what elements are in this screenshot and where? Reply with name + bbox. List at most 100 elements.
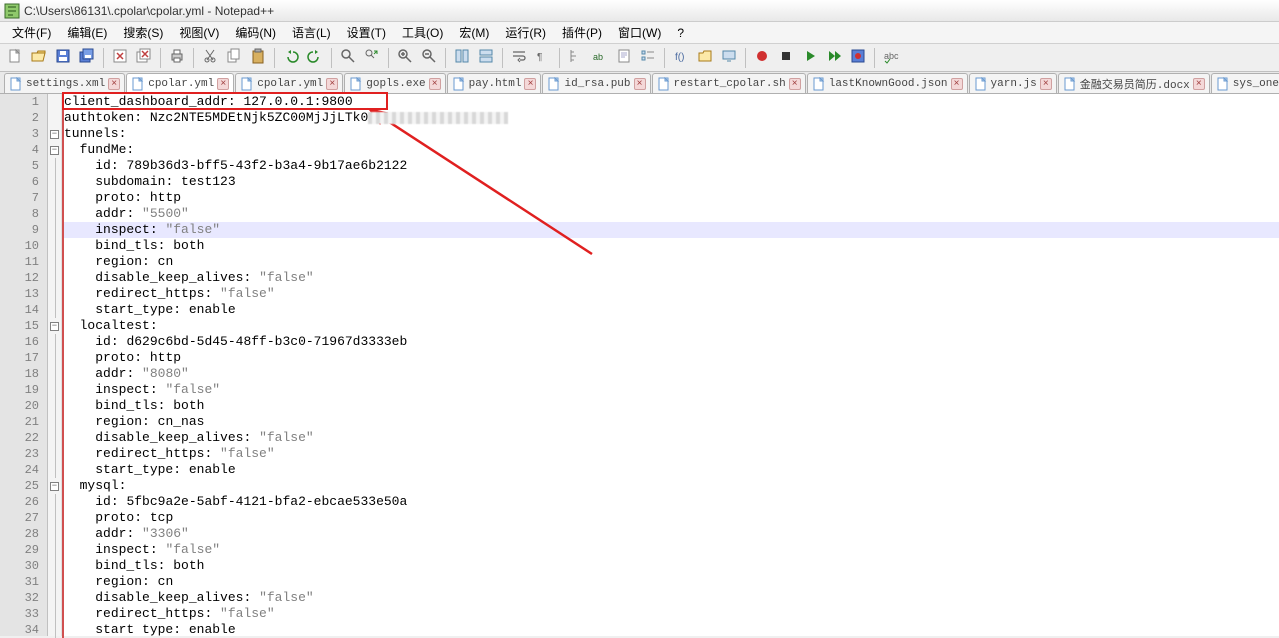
code-line[interactable]: bind_tls: both [62,238,1279,254]
stop-button[interactable] [775,47,797,69]
close-icon[interactable]: × [429,78,441,90]
tab-4[interactable]: pay.html× [447,73,542,93]
doc-list-button[interactable] [637,47,659,69]
word-wrap-button[interactable] [508,47,530,69]
code-line[interactable]: region: cn [62,254,1279,270]
tab-1[interactable]: cpolar.yml× [126,73,234,93]
close-icon[interactable]: × [326,78,338,90]
tab-3[interactable]: gopls.exe× [344,73,445,93]
code-line[interactable]: fundMe: [62,142,1279,158]
zoom-out-button[interactable] [418,47,440,69]
close-icon[interactable]: × [108,78,120,90]
menu-2[interactable]: 搜索(S) [115,22,171,43]
lang-button[interactable]: ab [589,47,611,69]
code-line[interactable]: addr: "3306" [62,526,1279,542]
menu-10[interactable]: 插件(P) [554,22,610,43]
fold-toggle-icon[interactable]: − [50,322,59,331]
code-line[interactable]: start_type: enable [62,302,1279,318]
menu-3[interactable]: 视图(V) [171,22,227,43]
func-list-button[interactable]: f() [670,47,692,69]
code-line[interactable]: disable_keep_alives: "false" [62,430,1279,446]
menu-4[interactable]: 编码(N) [227,22,284,43]
code-line[interactable]: proto: http [62,350,1279,366]
tab-5[interactable]: id_rsa.pub× [542,73,650,93]
menu-9[interactable]: 运行(R) [497,22,554,43]
tab-9[interactable]: 金融交易员简历.docx× [1058,73,1210,93]
print-button[interactable] [166,47,188,69]
code-line[interactable]: region: cn [62,574,1279,590]
code-line[interactable]: inspect: "false" [62,382,1279,398]
zoom-in-button[interactable] [394,47,416,69]
copy-button[interactable] [223,47,245,69]
code-area[interactable]: client_dashboard_addr: 127.0.0.1:9800aut… [62,94,1279,636]
tab-6[interactable]: restart_cpolar.sh× [652,73,806,93]
code-line[interactable]: id: 789b36d3-bff5-43f2-b3a4-9b17ae6b2122 [62,158,1279,174]
tab-10[interactable]: sys_one.log× [1211,73,1279,93]
doc-map-button[interactable] [613,47,635,69]
menu-12[interactable]: ? [669,24,692,42]
save-button[interactable] [52,47,74,69]
tab-0[interactable]: settings.xml× [4,73,125,93]
record-button[interactable] [751,47,773,69]
cut-button[interactable] [199,47,221,69]
menu-7[interactable]: 工具(O) [394,22,451,43]
menu-0[interactable]: 文件(F) [4,22,59,43]
menu-6[interactable]: 设置(T) [339,22,394,43]
folder-button[interactable] [694,47,716,69]
code-line[interactable]: subdomain: test123 [62,174,1279,190]
close-icon[interactable]: × [1193,78,1205,90]
code-line[interactable]: proto: tcp [62,510,1279,526]
find-button[interactable] [337,47,359,69]
monitor-button[interactable] [718,47,740,69]
code-line[interactable]: inspect: "false" [62,222,1279,238]
replace-button[interactable] [361,47,383,69]
code-line[interactable]: addr: "8080" [62,366,1279,382]
indent-guide-button[interactable] [565,47,587,69]
code-line[interactable]: client_dashboard_addr: 127.0.0.1:9800 [62,94,1279,110]
code-line[interactable]: id: 5fbc9a2e-5abf-4121-bfa2-ebcae533e50a [62,494,1279,510]
fold-toggle-icon[interactable]: − [50,482,59,491]
tab-8[interactable]: yarn.js× [969,73,1057,93]
close-all-button[interactable] [133,47,155,69]
redo-button[interactable] [304,47,326,69]
code-line[interactable]: inspect: "false" [62,542,1279,558]
menu-5[interactable]: 语言(L) [284,22,339,43]
code-line[interactable]: addr: "5500" [62,206,1279,222]
new-file-button[interactable] [4,47,26,69]
close-icon[interactable]: × [951,78,963,90]
code-line[interactable]: start_type: enable [62,462,1279,478]
open-file-button[interactable] [28,47,50,69]
code-line[interactable]: mysql: [62,478,1279,494]
sync-h-button[interactable] [475,47,497,69]
menu-8[interactable]: 宏(M) [451,22,497,43]
tab-2[interactable]: cpolar.yml× [235,73,343,93]
code-line[interactable]: bind_tls: both [62,558,1279,574]
close-icon[interactable]: × [634,78,646,90]
close-icon[interactable]: × [524,78,536,90]
undo-button[interactable] [280,47,302,69]
code-line[interactable]: proto: http [62,190,1279,206]
code-line[interactable]: redirect_https: "false" [62,606,1279,622]
close-icon[interactable]: × [1040,78,1052,90]
code-line[interactable]: authtoken: Nzc2NTE5MDEtNjk5ZC00MjJjLTk0 [62,110,1279,126]
code-line[interactable]: redirect_https: "false" [62,286,1279,302]
fold-toggle-icon[interactable]: − [50,146,59,155]
code-line[interactable]: localtest: [62,318,1279,334]
code-line[interactable]: id: d629c6bd-5d45-48ff-b3c0-71967d3333eb [62,334,1279,350]
sync-v-button[interactable] [451,47,473,69]
code-line[interactable]: disable_keep_alives: "false" [62,270,1279,286]
play-button[interactable] [799,47,821,69]
menu-11[interactable]: 窗口(W) [610,22,669,43]
close-icon[interactable]: × [217,78,229,90]
spell-check-button[interactable]: abc [880,47,902,69]
code-line[interactable]: disable_keep_alives: "false" [62,590,1279,606]
fold-toggle-icon[interactable]: − [50,130,59,139]
show-all-button[interactable]: ¶ [532,47,554,69]
code-line[interactable]: region: cn_nas [62,414,1279,430]
paste-button[interactable] [247,47,269,69]
code-line[interactable]: redirect_https: "false" [62,446,1279,462]
close-icon[interactable]: × [789,78,801,90]
code-line[interactable]: tunnels: [62,126,1279,142]
save-macro-button[interactable] [847,47,869,69]
save-all-button[interactable] [76,47,98,69]
